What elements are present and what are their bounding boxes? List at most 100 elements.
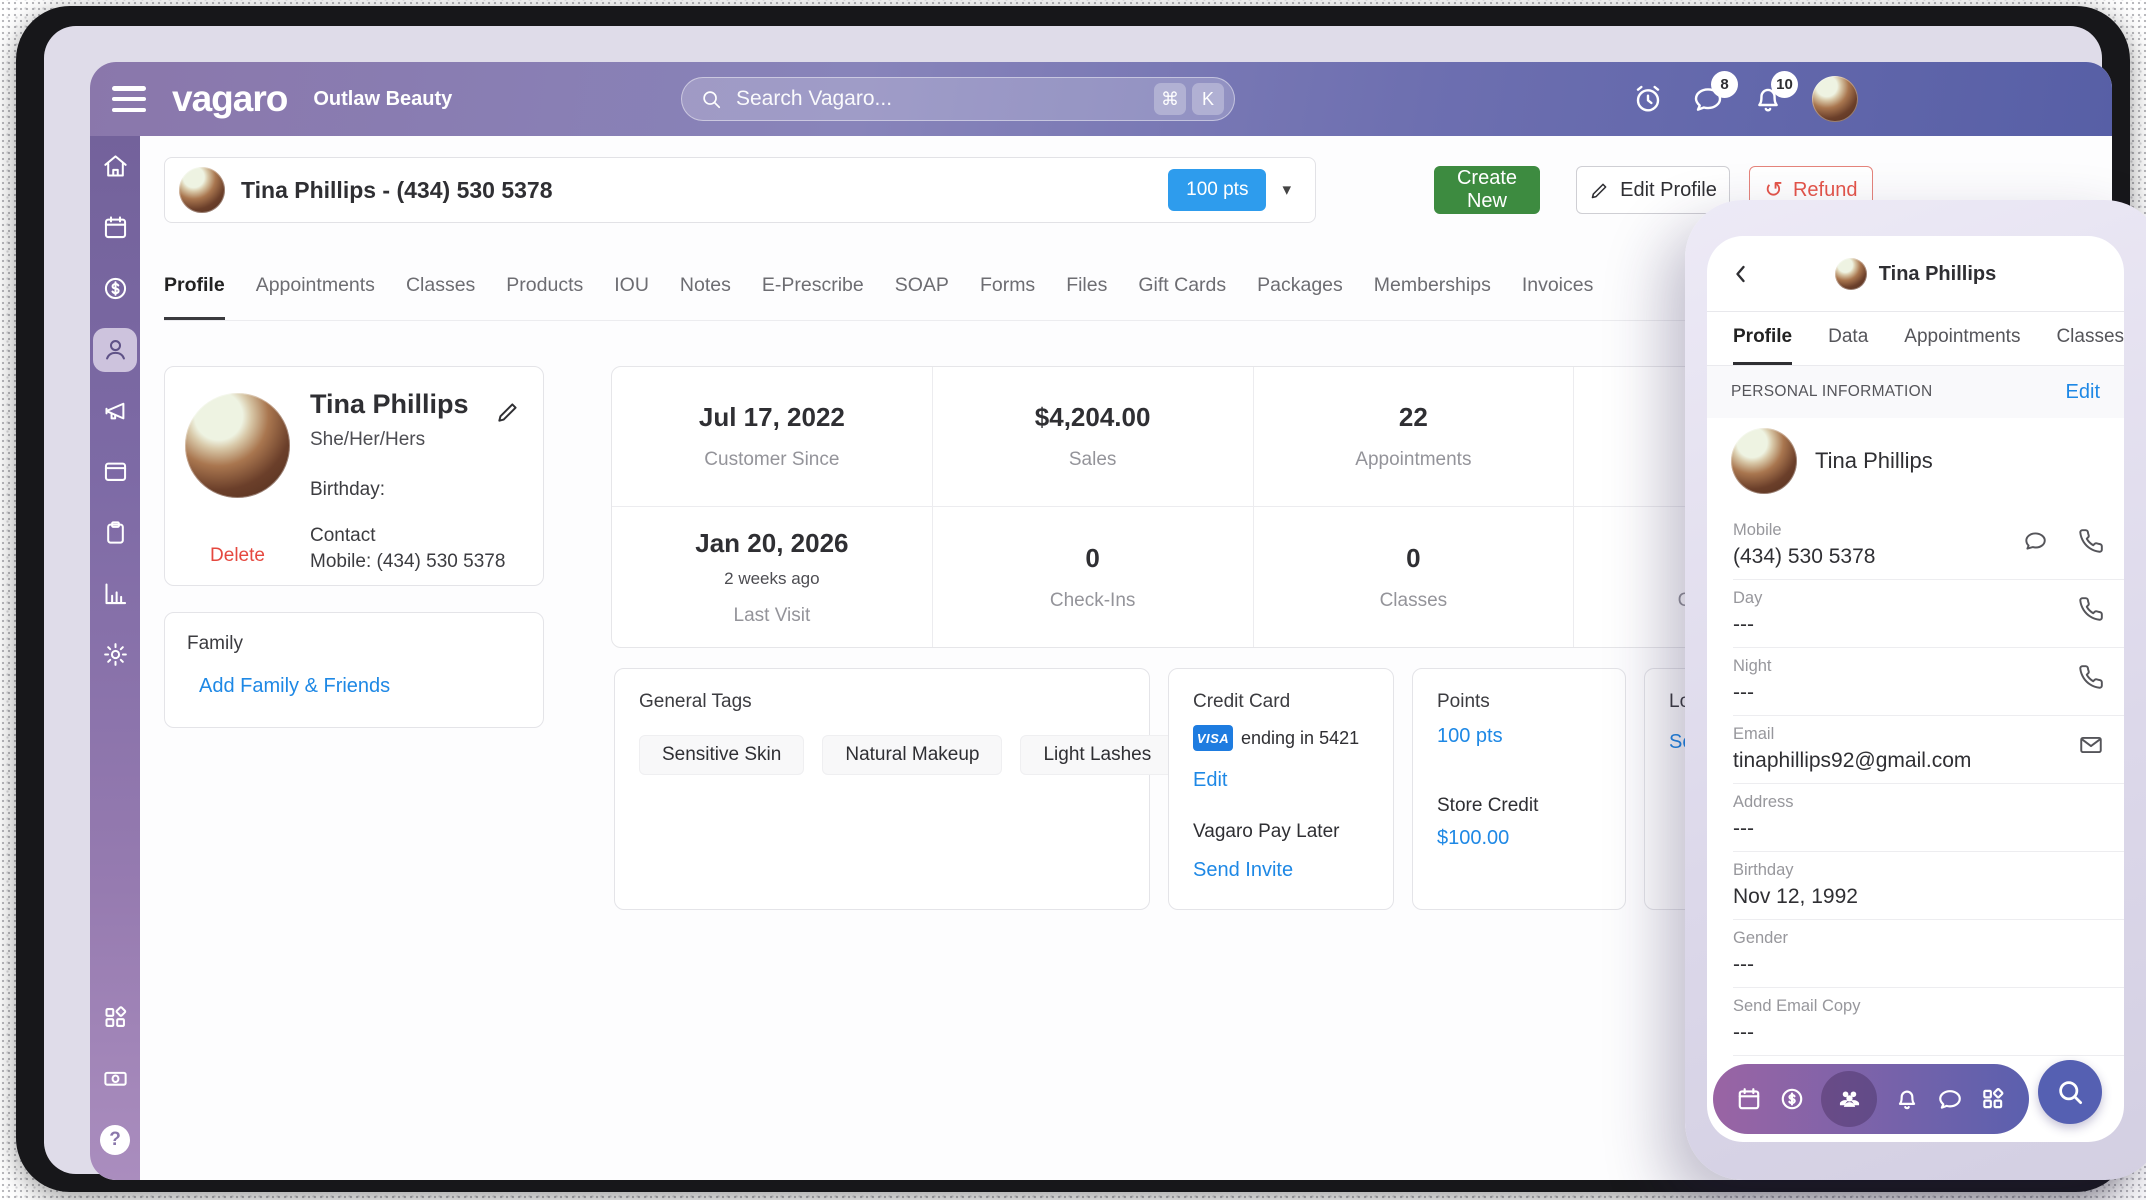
notifications-bell-icon[interactable]: 10 (1752, 71, 1798, 115)
stat-sub: 2 weeks ago (724, 568, 820, 588)
stat-label: Sales (1068, 449, 1117, 470)
customer-icon (105, 340, 125, 360)
email-envelope-icon[interactable] (2078, 732, 2104, 758)
tab-classes[interactable]: Classes (406, 274, 475, 320)
tab-eprescribe[interactable]: E-Prescribe (762, 274, 864, 320)
help-icon: ? (100, 1124, 130, 1155)
browser-window-icon (104, 462, 126, 481)
vagaro-logo[interactable]: vagaro (172, 62, 288, 136)
field-birthday: Birthday Nov 12, 1992 (1733, 852, 2124, 920)
mobile-nav-messages-icon[interactable] (1937, 1086, 1964, 1113)
tab-appointments[interactable]: Appointments (256, 274, 375, 320)
stat-value: 22 (1398, 402, 1428, 432)
tab-files[interactable]: Files (1066, 274, 1107, 320)
sidebar-item-customers[interactable] (90, 319, 140, 380)
credit-card-card: Credit Card VISA ending in 5421 Edit Vag… (1168, 668, 1394, 910)
points-value-link[interactable]: 100 pts (1437, 725, 1503, 748)
messages-icon[interactable]: 8 (1692, 71, 1738, 115)
sidebar-item-sales[interactable] (90, 258, 140, 319)
mobile-nav-notifications-icon[interactable] (1894, 1086, 1921, 1113)
field-label: Address (1733, 793, 1794, 811)
sidebar-item-apps[interactable] (90, 987, 140, 1048)
card-ending: ending in 5421 (1241, 727, 1360, 748)
edit-profile-button[interactable]: Edit Profile (1576, 166, 1730, 214)
store-credit-link[interactable]: $100.00 (1437, 827, 1509, 850)
field-gender: Gender --- (1733, 920, 2124, 988)
delete-customer-link[interactable]: Delete (185, 545, 290, 567)
customer-tabs: Profile Appointments Classes Products IO… (164, 274, 1864, 321)
mobile-nav-apps-icon[interactable] (1980, 1086, 2007, 1113)
field-value: tinaphillips92@gmail.com (1733, 749, 1972, 772)
field-address: Address --- (1733, 784, 2124, 852)
points-caret-icon[interactable]: ▾ (1282, 180, 1291, 200)
tag-chip[interactable]: Sensitive Skin (639, 735, 805, 775)
field-day: Day --- (1733, 580, 2124, 648)
field-send-email-copy: Send Email Copy --- (1733, 988, 2124, 1056)
profile-photo (185, 393, 290, 498)
tab-memberships[interactable]: Memberships (1374, 274, 1491, 320)
phone-call-icon[interactable] (2078, 596, 2104, 622)
mobile-search-fab[interactable] (2038, 1060, 2102, 1124)
mobile-tab-appointments[interactable]: Appointments (1904, 312, 2020, 365)
send-invite-link[interactable]: Send Invite (1193, 859, 1293, 882)
tab-profile[interactable]: Profile (164, 274, 225, 320)
mobile-fields-list: Mobile (434) 530 5378 Day --- Night --- (1707, 512, 2124, 1119)
search-icon (703, 91, 721, 109)
tag-chip[interactable]: Natural Makeup (822, 735, 1003, 775)
mobile-tab-profile[interactable]: Profile (1733, 312, 1793, 365)
sms-chat-icon[interactable] (2022, 528, 2048, 554)
field-mobile: Mobile (434) 530 5378 (1733, 512, 2124, 580)
business-name: Outlaw Beauty (313, 87, 453, 110)
tab-giftcards[interactable]: Gift Cards (1138, 274, 1226, 320)
sidebar-item-website[interactable] (90, 441, 140, 502)
tab-forms[interactable]: Forms (980, 274, 1035, 320)
stat-check-ins: 0 Check-Ins (933, 507, 1254, 647)
clipboard-icon (106, 521, 124, 544)
sidebar-item-home[interactable] (90, 136, 140, 197)
user-avatar[interactable] (1812, 76, 1858, 122)
mobile-tab-classes[interactable]: Classes (2056, 312, 2124, 365)
tab-packages[interactable]: Packages (1257, 274, 1343, 320)
mobile-header: Tina Phillips (1707, 236, 2124, 312)
mobile-preview: Tina Phillips Profile Data Appointments … (1685, 200, 2146, 1180)
tab-products[interactable]: Products (506, 274, 583, 320)
stat-label: Classes (1379, 589, 1448, 611)
mobile-nav-calendar-icon[interactable] (1735, 1086, 1762, 1113)
sidebar-item-marketing[interactable] (90, 380, 140, 441)
mobile-nav-customers-icon[interactable] (1836, 1086, 1863, 1113)
sidebar-item-settings[interactable] (90, 624, 140, 685)
create-new-button[interactable]: Create New (1434, 166, 1540, 214)
mobile-nav-sales-icon[interactable] (1778, 1086, 1805, 1113)
profile-pronouns: She/Her/Hers (310, 429, 426, 450)
edit-pencil-icon[interactable] (495, 399, 521, 430)
field-value: --- (1733, 613, 1754, 636)
tab-invoices[interactable]: Invoices (1522, 274, 1594, 320)
edit-card-link[interactable]: Edit (1193, 769, 1227, 792)
stat-customer-since: Jul 17, 2022 Customer Since (612, 367, 933, 507)
visa-badge: VISA (1193, 725, 1233, 751)
mobile-edit-link[interactable]: Edit (2066, 381, 2100, 404)
field-value: --- (1733, 1021, 1754, 1044)
sidebar-item-checklist[interactable] (90, 502, 140, 563)
waitlist-clock-icon[interactable] (1632, 83, 1664, 115)
tab-iou[interactable]: IOU (614, 274, 649, 320)
tab-soap[interactable]: SOAP (895, 274, 949, 320)
global-search[interactable]: ⌘ K (681, 77, 1235, 121)
points-button[interactable]: 100 pts (1168, 169, 1267, 211)
mobile-tab-data[interactable]: Data (1828, 312, 1868, 365)
search-icon (2059, 1081, 2082, 1104)
tab-notes[interactable]: Notes (680, 274, 731, 320)
hamburger-menu-icon[interactable] (112, 86, 146, 112)
sidebar-item-help[interactable]: ? (90, 1109, 140, 1170)
add-family-link[interactable]: Add Family & Friends (199, 675, 390, 698)
bar-chart-icon (104, 583, 126, 605)
phone-call-icon[interactable] (2078, 664, 2104, 690)
sidebar-item-reports[interactable] (90, 563, 140, 624)
tag-chip[interactable]: Light Lashes (1020, 735, 1175, 775)
sidebar-item-calendar[interactable] (90, 197, 140, 258)
phone-call-icon[interactable] (2078, 528, 2104, 554)
profile-name: Tina Phillips (310, 389, 469, 419)
sidebar-item-payments[interactable] (90, 1048, 140, 1109)
stat-label: Customer Since (704, 449, 840, 470)
search-input[interactable] (734, 86, 1148, 112)
